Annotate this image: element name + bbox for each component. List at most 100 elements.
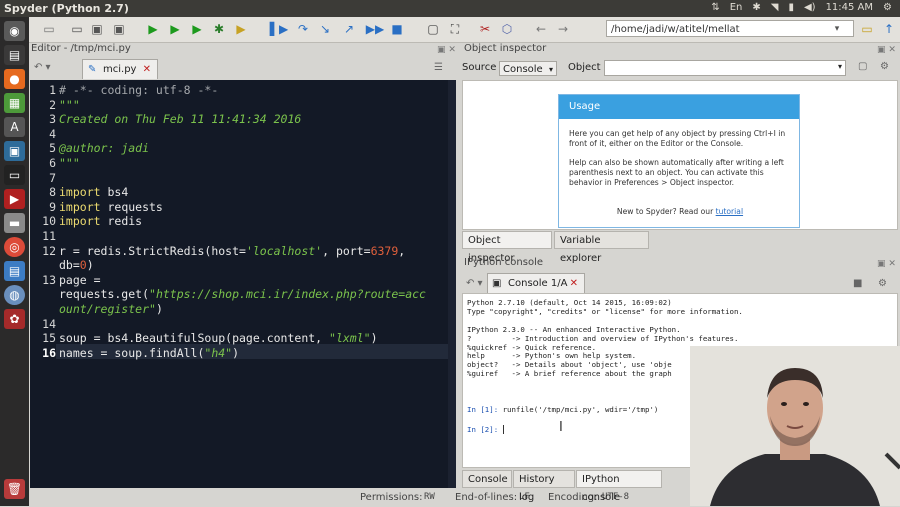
code-line[interactable]: @author: jadi <box>59 141 149 155</box>
parent-dir-icon[interactable]: ↑ <box>881 21 897 37</box>
console-options-icon[interactable]: ⚙ <box>878 278 887 289</box>
editor-pane-title: Editor - /tmp/mci.py <box>31 43 131 54</box>
code-line[interactable]: r = redis.StrictRedis(host='localhost', … <box>59 244 405 258</box>
debug-icon[interactable]: ✱ <box>211 21 227 37</box>
run-selection-icon[interactable]: ▶ <box>167 21 183 37</box>
settings-gear-icon[interactable]: ⚙ <box>883 2 892 13</box>
tab-console-1a[interactable]: ▣ Console 1/A ✕ <box>487 273 585 293</box>
source-select[interactable]: Console ▾ <box>499 61 557 76</box>
tab-object-inspector[interactable]: Object inspector <box>462 231 552 264</box>
preferences-icon[interactable]: ✂ <box>477 21 493 37</box>
wifi-icon[interactable]: ◥ <box>771 2 779 13</box>
firefox-icon[interactable]: ● <box>4 69 25 89</box>
lock-icon[interactable]: ▢ <box>858 61 867 72</box>
network-icon[interactable]: ⇅ <box>711 2 719 13</box>
stop-console-icon[interactable]: ■ <box>853 278 862 289</box>
code-line[interactable]: """ <box>59 98 80 112</box>
fullscreen-icon[interactable]: ⛶ <box>447 21 463 37</box>
console-output-line: %guiref -> A brief reference about the g… <box>467 369 672 379</box>
code-token: requests <box>100 199 163 214</box>
pythonpath-icon[interactable]: ⬡ <box>499 21 515 37</box>
browse-folder-icon[interactable]: ▭ <box>859 21 875 37</box>
working-directory-input[interactable]: /home/jadi/w/atitel/mellat <box>606 20 854 37</box>
code-editor[interactable]: 1 2 3 4 5 6 7 8 9 10 11 12 13 14 15 16 # -*- coding: ut… <box>30 80 456 488</box>
media-icon[interactable]: ▶ <box>4 189 25 209</box>
app-red-icon[interactable]: ✿ <box>4 309 25 329</box>
step-into-icon[interactable]: ↷ <box>295 21 311 37</box>
code-line[interactable]: import bs4 <box>59 185 128 199</box>
tab-ipython-console[interactable]: IPython console <box>576 470 662 503</box>
step-return-icon[interactable]: ↘ <box>317 21 333 37</box>
code-line[interactable]: import redis <box>59 214 142 228</box>
continue-icon[interactable]: ▶▶ <box>366 21 384 37</box>
tab-variable-explorer[interactable]: Variable explorer <box>554 231 649 264</box>
run-cell-icon[interactable]: ▶ <box>189 21 205 37</box>
clock[interactable]: 11:45 AM <box>826 2 873 13</box>
code-line[interactable]: """ <box>59 156 80 170</box>
back-arrow-icon[interactable]: ← <box>533 21 549 37</box>
code-token: import <box>59 199 101 214</box>
step-out-icon[interactable]: ↗ <box>341 21 357 37</box>
save-all-icon[interactable]: ▣ <box>111 21 127 37</box>
monitor-icon[interactable]: ▭ <box>4 165 25 185</box>
editor-undock-icon[interactable]: ▣ ✕ <box>437 45 456 55</box>
close-console-tab-icon[interactable]: ✕ <box>570 274 578 293</box>
tab-mci-py[interactable]: ✎ mci.py ✕ <box>82 59 158 79</box>
trash-icon[interactable]: 🗑 <box>4 479 25 499</box>
bluetooth-icon[interactable]: ✱ <box>752 2 760 13</box>
terminal-icon[interactable]: ▤ <box>4 45 25 65</box>
object-inspector-content: Usage Here you can get help of any objec… <box>462 80 898 230</box>
maximize-pane-icon[interactable]: ▢ <box>425 21 441 37</box>
code-line[interactable]: requests.get("https://shop.mci.ir/index.… <box>59 287 426 301</box>
console-menu-icon[interactable]: ↶ ▾ <box>466 278 483 289</box>
code-token: ount/register" <box>59 302 156 316</box>
dash-icon[interactable]: ◉ <box>4 21 25 41</box>
path-dropdown-icon[interactable]: ▾ <box>829 21 845 37</box>
code-line[interactable]: # -*- coding: utf-8 -*- <box>59 83 218 97</box>
spreadsheet-icon[interactable]: ▦ <box>4 93 25 113</box>
presenter-video <box>690 346 900 506</box>
tab-history-log[interactable]: History log <box>513 470 575 503</box>
code-line[interactable]: page = <box>59 273 101 287</box>
new-file-icon[interactable]: ▭ <box>41 21 57 37</box>
ip-undock-icon[interactable]: ▣ ✕ <box>877 259 896 269</box>
code-line[interactable]: soup = bs4.BeautifulSoup(page.content, "… <box>59 331 378 345</box>
object-inspector-toolbar: Source Console ▾ Object ▾ ▢ ⚙ <box>462 59 898 79</box>
files-icon[interactable]: ▣ <box>4 141 25 161</box>
globe-icon[interactable]: ◍ <box>4 285 25 305</box>
step-icon[interactable]: ▌▶ <box>270 21 288 37</box>
keyboard-indicator[interactable]: En <box>730 2 743 13</box>
editor-scrollbar[interactable] <box>448 80 456 488</box>
run-config-icon[interactable]: ▶ <box>233 21 249 37</box>
tab-menu-icon[interactable]: ↶ ▾ <box>34 62 51 73</box>
chrome-icon[interactable]: ◎ <box>4 237 25 257</box>
stop-debug-icon[interactable]: ■ <box>389 21 405 37</box>
ipython-console-title: IPython console <box>464 257 544 268</box>
document-icon[interactable]: ▤ <box>4 261 25 281</box>
line-number: 13 <box>42 272 56 287</box>
code-line[interactable]: Created on Thu Feb 11 11:41:34 2016 <box>59 112 301 126</box>
close-tab-icon[interactable]: ✕ <box>143 60 151 79</box>
forward-arrow-icon[interactable]: → <box>555 21 571 37</box>
in-2-line[interactable]: In [2]: <box>467 425 509 434</box>
app-a-icon[interactable]: A <box>4 117 25 137</box>
object-input[interactable]: ▾ <box>604 60 846 76</box>
code-line[interactable]: names = soup.findAll("h4") <box>59 346 239 360</box>
volume-icon[interactable]: ◀) <box>804 2 816 13</box>
run-icon[interactable]: ▶ <box>145 21 161 37</box>
editor-options-icon[interactable]: ☰ <box>434 62 443 73</box>
save-icon[interactable]: ▣ <box>89 21 105 37</box>
code-line[interactable]: db=0) <box>59 258 94 272</box>
code-line[interactable]: import requests <box>59 200 163 214</box>
drive-icon[interactable]: ▬ <box>4 213 25 233</box>
oi-undock-icon[interactable]: ▣ ✕ <box>877 45 896 55</box>
code-token: "h4" <box>204 345 233 360</box>
tutorial-link[interactable]: tutorial <box>716 207 743 216</box>
tab-console[interactable]: Console <box>462 470 512 488</box>
oi-options-icon[interactable]: ⚙ <box>880 61 889 72</box>
battery-icon[interactable]: ▮ <box>788 2 794 13</box>
in-1-line: In [1]: runfile('/tmp/mci.py', wdir='/tm… <box>467 405 658 414</box>
open-file-icon[interactable]: ▭ <box>69 21 85 37</box>
line-number: 16 <box>42 345 56 360</box>
code-line[interactable]: ount/register") <box>59 302 163 316</box>
